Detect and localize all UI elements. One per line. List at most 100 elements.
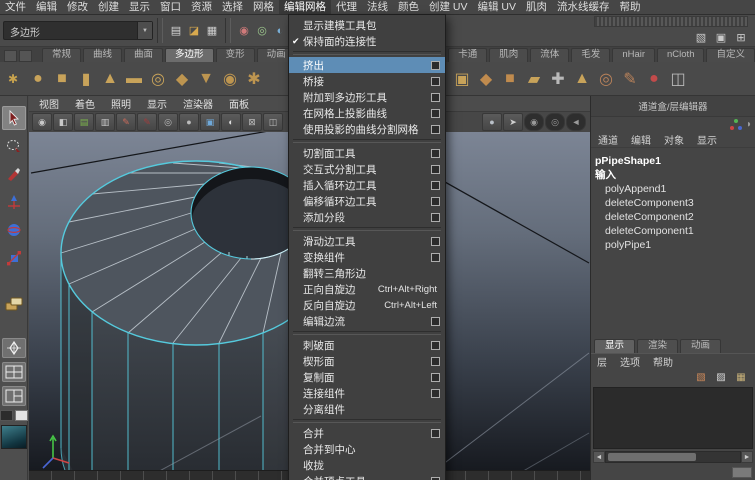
poly-sphere-icon[interactable]: ● [26,65,50,93]
menu-item[interactable]: ✔ 滑动边工具 [289,233,445,249]
scroll-thumb[interactable] [608,453,696,461]
shelf-tab[interactable]: 曲面 [124,48,163,62]
panel-menu-item[interactable]: 视图 [31,96,67,111]
menubar-item[interactable]: 显示 [124,0,155,14]
layout-toggle-pair[interactable] [0,410,28,421]
xray-icon[interactable]: ⊠ [242,113,262,131]
panel-menu-item[interactable]: 渲染器 [175,96,221,111]
extrude-icon[interactable]: ◆ [474,65,498,93]
lasso-tool-button[interactable] [2,134,26,158]
option-box-icon[interactable] [431,77,440,86]
shelf-tab[interactable]: 曲线 [83,48,122,62]
persp-view-thumbnail[interactable] [1,425,27,449]
option-box-icon[interactable] [431,213,440,222]
mirror-icon[interactable]: ◫ [666,65,690,93]
target-weld-icon[interactable]: ● [642,65,666,93]
panel-menu-item[interactable]: 照明 [103,96,139,111]
paint-select-tool-button[interactable] [2,162,26,186]
option-box-icon[interactable] [431,357,440,366]
menu-item[interactable]: ✔ [293,139,441,143]
layer-options-icon[interactable]: ▦ [733,371,749,384]
menu-item[interactable]: ✔ 刺破面 [289,337,445,353]
option-box-icon[interactable] [431,373,440,382]
menu-item[interactable]: ✔ 编辑边流 [289,313,445,329]
input-node[interactable]: deleteComponent3 [595,196,755,210]
poly-torus-icon[interactable]: ◎ [146,65,170,93]
resolution-gate-icon[interactable]: ◄ [566,113,586,131]
menu-item[interactable]: ✔ 桥接 [289,73,445,89]
menubar-item[interactable]: 帮助 [615,0,646,14]
save-scene-icon[interactable]: ▦ [203,22,221,40]
hypershade-icon[interactable]: ▣ [712,29,730,47]
poly-cylinder-icon[interactable]: ▮ [74,65,98,93]
input-node[interactable]: polyPipe1 [595,238,755,252]
shelf-arrow-icon[interactable] [19,50,32,62]
panel-menu-item[interactable]: 显示 [139,96,175,111]
option-box-icon[interactable] [431,341,440,350]
split-icon[interactable]: ▲ [570,65,594,93]
select-component-icon[interactable]: ◐ [271,22,289,40]
shelf-tab[interactable]: 常规 [42,48,81,62]
channel-box-menu-item[interactable]: 编辑 [631,132,651,147]
menu-item[interactable]: ✔ 合并 [289,425,445,441]
open-scene-icon[interactable]: ◪ [185,22,203,40]
menu-item[interactable]: ✔ 交互式分割工具 [289,161,445,177]
menubar-item[interactable]: 编辑网格 [279,0,331,14]
shelf-tab[interactable]: 肌肉 [489,48,528,62]
menu-item[interactable]: ✔ 挤出 [289,57,445,73]
multi-cut-icon[interactable]: ✎ [618,65,642,93]
shaded-mode-icon[interactable]: ● [179,113,199,131]
gate-mask-icon[interactable]: ◉ [524,113,544,131]
layout-split-button[interactable] [2,386,26,406]
option-box-icon[interactable] [431,317,440,326]
menubar-item[interactable]: 选择 [217,0,248,14]
input-node[interactable]: polyAppend1 [595,182,755,196]
camera-lock-icon[interactable]: ◧ [53,113,73,131]
select-tool-button[interactable] [2,106,26,130]
menubar-item[interactable]: 资源 [186,0,217,14]
option-box-icon[interactable] [431,149,440,158]
input-node[interactable]: deleteComponent1 [595,224,755,238]
shelf-menu-icon[interactable] [4,50,17,62]
poly-cone-icon[interactable]: ▲ [98,65,122,93]
option-box-icon[interactable] [431,61,440,70]
grease-pencil-icon[interactable]: ✎ [137,113,157,131]
lighting-icon[interactable]: ◐ [221,113,241,131]
menubar-item[interactable]: 法线 [362,0,393,14]
layer-editor-menu-item[interactable]: 帮助 [653,354,673,369]
xyz-axes-icon[interactable] [730,119,742,130]
last-tool-button[interactable] [2,292,26,316]
shelf-tab[interactable]: nHair [612,48,655,62]
option-box-icon[interactable] [431,429,440,438]
option-box-icon[interactable] [431,93,440,102]
menu-item[interactable]: ✔ 显示建模工具包 [289,17,445,33]
menu-item[interactable]: ✔ 添加分段 [289,209,445,225]
menu-item[interactable]: ✔ 连接组件 [289,385,445,401]
menubar-item[interactable]: 肌肉 [521,0,552,14]
history-toggle-icon[interactable]: ◗ [746,119,752,130]
rotate-tool-button[interactable] [2,218,26,242]
option-box-icon[interactable] [431,125,440,134]
merge-icon[interactable]: ✚ [546,65,570,93]
shelf-tab[interactable]: nCloth [657,48,704,62]
menu-item[interactable]: ✔ 在网格上投影曲线 [289,105,445,121]
camera-select-icon[interactable]: ◉ [32,113,52,131]
wireframe-mode-icon[interactable]: ◎ [158,113,178,131]
shelf-tab[interactable]: 卡通 [448,48,487,62]
menu-item[interactable]: ✔ 反向自旋边 Ctrl+Alt+Left [289,297,445,313]
option-box-icon[interactable] [431,109,440,118]
2d-pan-zoom-icon[interactable]: ✎ [116,113,136,131]
menubar-item[interactable]: 流水线缓存 [552,0,615,14]
layer-editor-tab[interactable]: 渲染 [637,339,678,353]
new-scene-icon[interactable]: ▤ [167,22,185,40]
layout-menu-button[interactable] [2,338,26,358]
menu-item[interactable]: ✔ [293,419,441,423]
shelf-tab[interactable]: 自定义 [706,48,755,62]
menu-item[interactable]: ✔ 保持面的连接性 [289,33,445,49]
menu-item[interactable]: ✔ [293,227,441,231]
new-empty-layer-icon[interactable]: ▧ [693,371,709,384]
channel-box-menu-item[interactable]: 通道 [598,132,618,147]
isolate-select-icon[interactable]: ◫ [263,113,283,131]
poly-prism-icon[interactable]: ◆ [170,65,194,93]
layer-editor-menu-item[interactable]: 层 [597,354,607,369]
